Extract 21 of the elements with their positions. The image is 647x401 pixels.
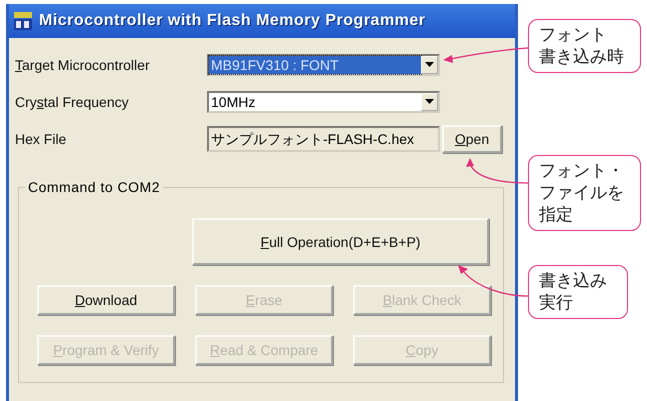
group-title: Command to COM2: [25, 179, 163, 195]
callout-text: フォント・: [539, 160, 624, 182]
field-label: Crystal Frequency: [15, 94, 130, 110]
dropdown-arrow-icon: [425, 99, 434, 104]
dropdown-arrow-icon: [425, 62, 434, 67]
callout-text: 実行: [539, 292, 573, 314]
command-button[interactable]: Full Operation(D+E+B+P): [192, 218, 489, 265]
callout-text: ファイルを: [539, 182, 624, 204]
field-label: Hex File: [15, 130, 68, 146]
app-icon: [13, 11, 33, 31]
open-button[interactable]: Open: [442, 124, 502, 152]
callout-text: フォント: [539, 24, 607, 46]
command-button[interactable]: Download: [37, 285, 175, 315]
callout-text: 書き込み: [539, 270, 607, 292]
callout-text: 指定: [539, 204, 573, 226]
dropdown[interactable]: MB91FV310 : FONT: [207, 54, 440, 76]
dropdown[interactable]: 10MHz: [207, 90, 440, 112]
file-path-field[interactable]: サンプルフォント-FLASH-C.hex: [207, 126, 440, 152]
callout-text: 書き込み時: [539, 46, 624, 68]
window-title: Microcontroller with Flash Memory Programmer: [39, 12, 426, 30]
field-label: Target Microcontroller: [15, 56, 151, 72]
